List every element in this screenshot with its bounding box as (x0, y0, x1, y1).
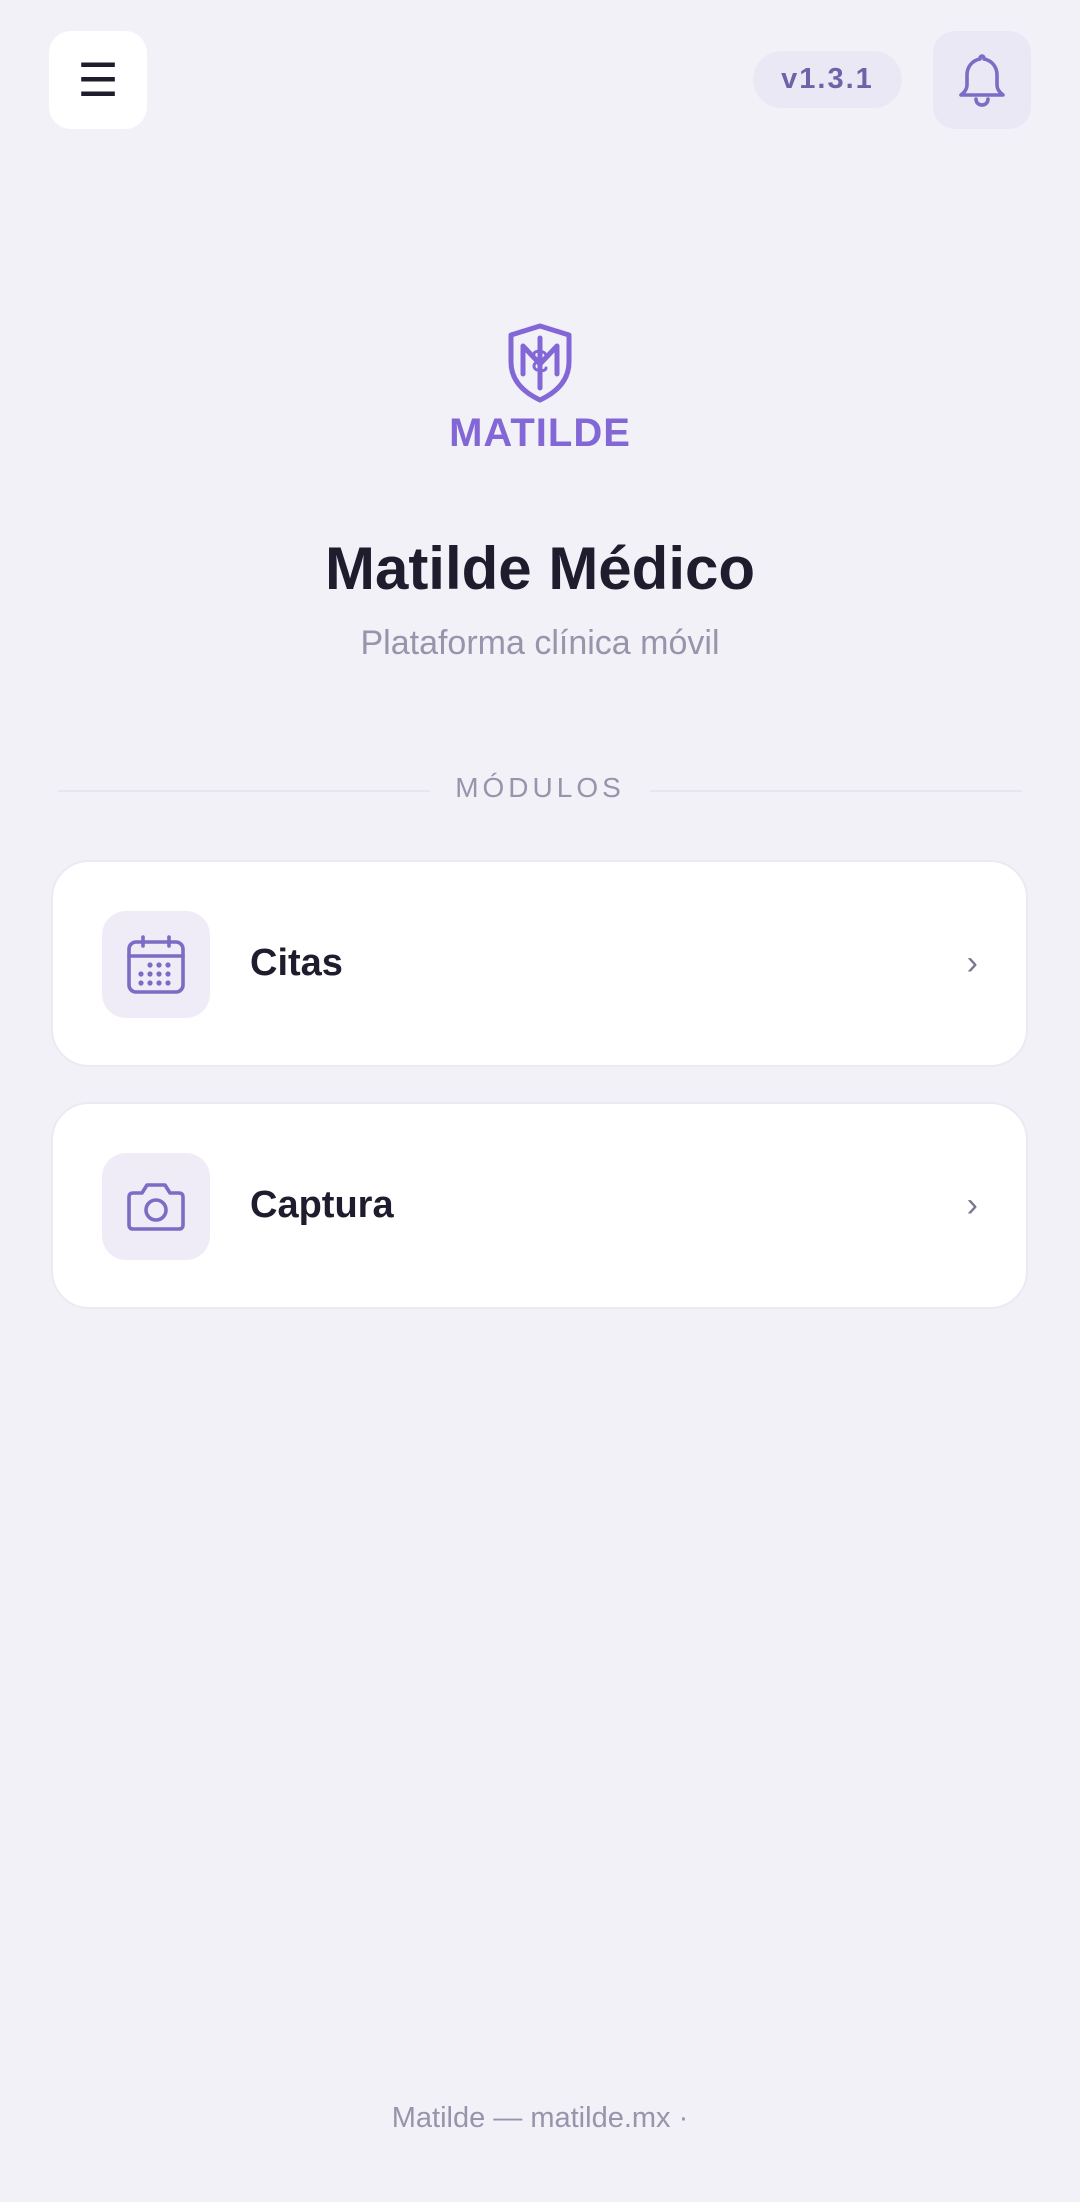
module-icon-box (102, 911, 210, 1018)
matilde-logo: MATILDE (430, 322, 650, 456)
page-subtitle: Plataforma clínica móvil (360, 624, 720, 662)
section-heading: MÓDULOS (455, 772, 625, 803)
calendar-icon (127, 934, 185, 994)
module-card-captura[interactable]: Captura › (51, 1102, 1028, 1309)
page-title: Matilde Médico (324, 535, 756, 602)
logo-wordmark: MATILDE (449, 411, 631, 455)
module-label-citas: Citas (250, 942, 343, 984)
chevron-right-icon: › (966, 944, 978, 982)
footer-text: Matilde — matilde.mx · (391, 2102, 689, 2134)
notifications-button[interactable] (933, 31, 1031, 129)
module-icon-box (102, 1153, 210, 1260)
menu-button[interactable]: ☰ (49, 31, 147, 129)
camera-icon (127, 1182, 185, 1231)
hamburger-icon: ☰ (77, 54, 119, 106)
bell-icon (959, 54, 1005, 107)
module-label-captura: Captura (250, 1184, 394, 1226)
module-card-citas[interactable]: Citas › (51, 860, 1028, 1067)
chevron-right-icon: › (966, 1186, 978, 1224)
version-badge: v1.3.1 (753, 51, 902, 108)
shield-logo-icon (508, 323, 572, 403)
